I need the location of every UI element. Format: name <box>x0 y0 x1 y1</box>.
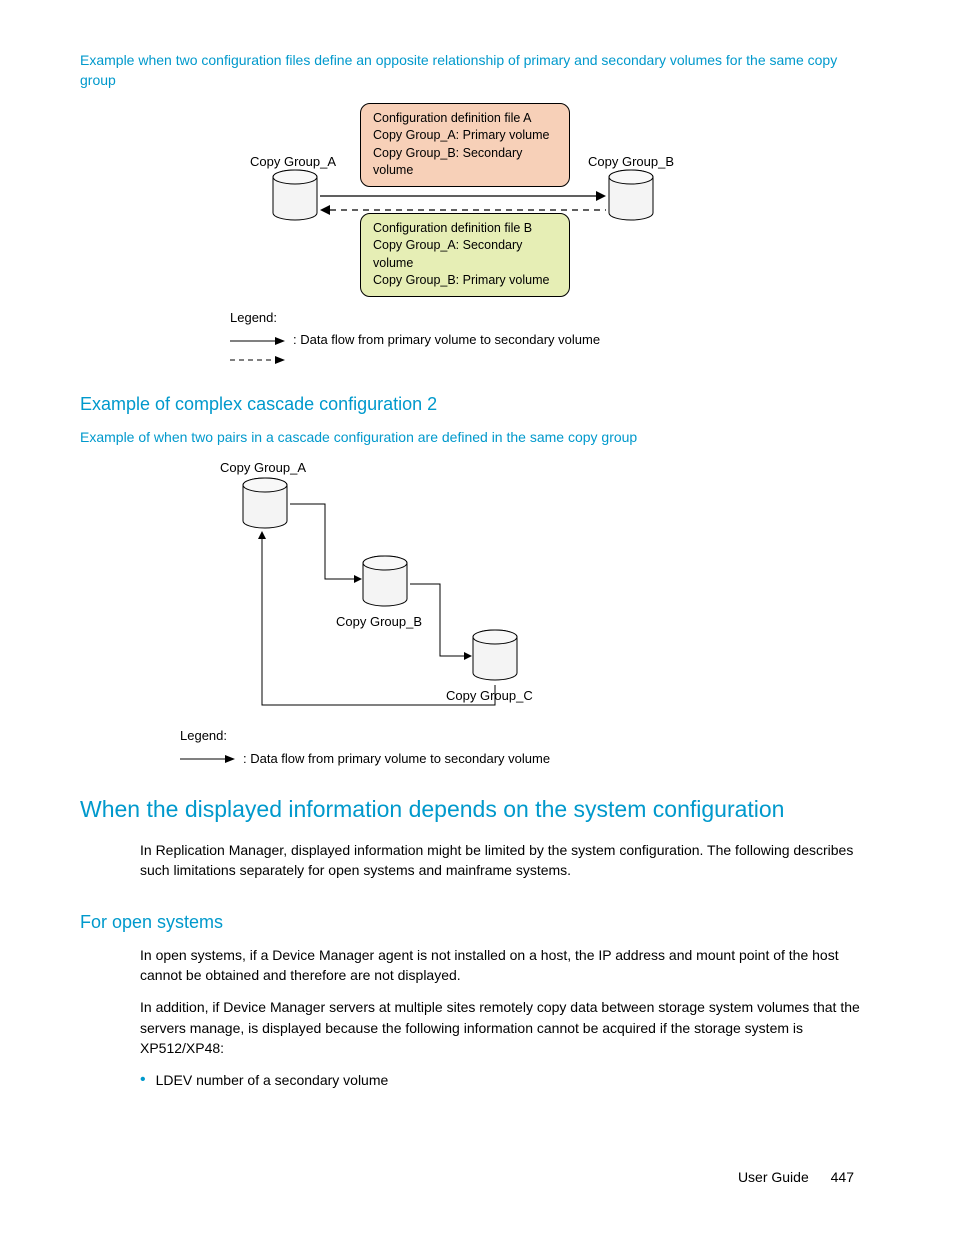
para-open-2: In addition, if Device Manager servers a… <box>140 997 874 1058</box>
page-footer: User Guide 447 <box>738 1167 854 1187</box>
box-a-line2: Copy Group_A: Primary volume <box>373 127 557 145</box>
legend-title-2: Legend: <box>180 727 874 746</box>
bullet-ldev-text: LDEV number of a secondary volume <box>156 1070 389 1090</box>
box-b-line3: Copy Group_B: Primary volume <box>373 272 557 290</box>
footer-page-number: 447 <box>831 1169 854 1185</box>
cylinder-left-icon <box>270 169 320 225</box>
box-a-line1: Configuration definition file A <box>373 110 557 128</box>
heading-cascade-2: Example of complex cascade configuration… <box>80 391 874 417</box>
box-b-line2: Copy Group_A: Secondary volume <box>373 237 557 272</box>
para-system-config: In Replication Manager, displayed inform… <box>140 840 874 881</box>
diagram-2-arrows <box>140 459 620 719</box>
cylinder-right-icon <box>606 169 656 225</box>
arrow-dashed-left-icon <box>320 203 606 217</box>
diagram-2: Copy Group_A Copy Group_B Copy Group_C <box>140 459 874 769</box>
legend-dashed-arrow-icon <box>230 354 285 366</box>
config-box-a: Configuration definition file A Copy Gro… <box>360 103 570 187</box>
config-box-b: Configuration definition file B Copy Gro… <box>360 213 570 297</box>
bullet-ldev: • LDEV number of a secondary volume <box>140 1070 874 1090</box>
heading-open-systems: For open systems <box>80 909 874 935</box>
legend-text-1: : Data flow from primary volume to secon… <box>293 331 600 350</box>
box-b-line1: Configuration definition file B <box>373 220 557 238</box>
figure-caption-1: Example when two configuration files def… <box>80 50 874 91</box>
legend-title-1: Legend: <box>230 309 600 328</box>
figure-caption-2: Example of when two pairs in a cascade c… <box>80 427 874 447</box>
box-a-line3: Copy Group_B: Secondary volume <box>373 145 557 180</box>
heading-system-config: When the displayed information depends o… <box>80 793 874 826</box>
legend2-arrow-icon <box>180 753 235 765</box>
footer-title: User Guide <box>738 1169 809 1185</box>
diagram-1: Configuration definition file A Copy Gro… <box>140 103 874 363</box>
bullet-dot-icon: • <box>140 1070 146 1090</box>
para-open-1: In open systems, if a Device Manager age… <box>140 945 874 986</box>
legend-text-2: : Data flow from primary volume to secon… <box>243 750 550 769</box>
legend-solid-arrow-icon <box>230 335 285 347</box>
arrow-solid-right-icon <box>320 189 606 203</box>
